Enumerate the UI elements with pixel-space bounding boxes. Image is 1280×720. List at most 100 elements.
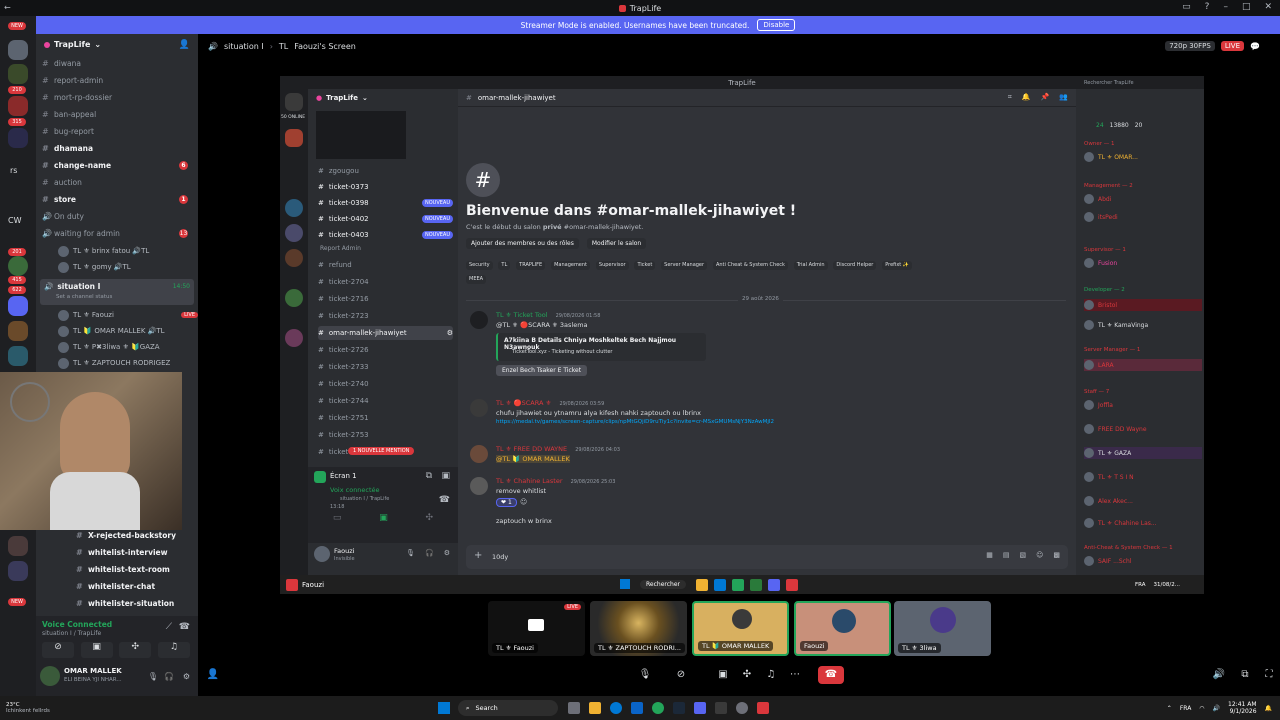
edit-channel-button[interactable]: Modifier le salon <box>586 238 647 249</box>
avatar[interactable] <box>40 666 60 686</box>
inner-channel-item[interactable]: # ticket-2733 <box>318 360 453 374</box>
inner-channel-item[interactable]: # ticket-2753 <box>318 428 453 442</box>
message-composer[interactable]: + 10dy ▦ ▤ ▧ ☺ ▩ <box>466 545 1068 569</box>
plus-icon[interactable]: + <box>474 550 482 561</box>
channel-item[interactable]: # mort-rp-dossier <box>42 90 192 105</box>
mail-icon[interactable] <box>630 702 643 714</box>
taskbar-search[interactable]: ⌕ Search <box>457 700 558 716</box>
more-icon[interactable]: ⋯ <box>786 666 804 684</box>
mic-icon[interactable]: 🎙 <box>148 672 158 681</box>
avatar[interactable] <box>470 445 488 463</box>
member-item[interactable]: itsPedi <box>1084 211 1202 223</box>
edge-icon[interactable] <box>714 578 726 591</box>
clock[interactable]: 12:41 AM 9/1/2026 <box>1228 701 1256 715</box>
inner-channel-item[interactable]: # ticket-2704 <box>318 275 453 289</box>
app-icon[interactable] <box>756 702 769 714</box>
search-input[interactable]: Rechercher TrapLife <box>1080 78 1198 88</box>
voice-sub[interactable]: situation I / TrapLife <box>340 496 389 502</box>
role-tag[interactable]: Ticket <box>634 261 656 270</box>
channel-item[interactable]: # diwana <box>42 56 192 71</box>
activity-icon[interactable]: ✣ <box>119 642 152 658</box>
excel-icon[interactable] <box>750 578 762 591</box>
server-icon[interactable] <box>8 536 28 556</box>
role-tag[interactable]: Prefixt ✨ <box>882 261 913 270</box>
role-tag[interactable]: Discord Helper <box>833 261 877 270</box>
voice-user[interactable]: TL ⚜ brinx fatou 🔊TL <box>58 244 198 258</box>
participant-tile[interactable]: TL ⚜ ZAPTOUCH RODRI... <box>590 601 687 656</box>
inner-channel-item[interactable]: # refund <box>318 258 453 272</box>
inbox-icon[interactable]: ▭ <box>1182 2 1191 12</box>
add-reaction-icon[interactable]: ☺ <box>520 498 527 506</box>
inner-channel-item[interactable]: # ticket-2723 <box>318 309 453 323</box>
chrome-icon[interactable] <box>732 578 744 591</box>
server-icon[interactable] <box>8 346 28 366</box>
server-icon[interactable] <box>8 561 28 581</box>
voice-user[interactable]: TL ⚜ P✖3liwa ⚜ 🔰GAZA <box>58 340 198 354</box>
channel-item[interactable]: # whitelister-situation <box>76 596 196 611</box>
avatar[interactable] <box>470 399 488 417</box>
minimize-button[interactable]: – <box>1223 2 1228 12</box>
avatar[interactable] <box>470 477 488 495</box>
chrome-icon[interactable] <box>651 702 664 714</box>
inner-taskbar-app[interactable]: Faouzi <box>286 578 324 591</box>
avatar[interactable] <box>470 311 488 329</box>
screen-share-icon[interactable]: ▣ <box>714 666 732 684</box>
channel-item[interactable]: # whitelist-text-room <box>76 562 196 577</box>
server-icon[interactable] <box>8 321 28 341</box>
members-icon[interactable]: 👥 <box>1059 93 1068 102</box>
voice-user[interactable]: TL ⚜ Faouzi LIVE <box>58 308 198 322</box>
channel-item[interactable]: # X-rejected-backstory <box>76 528 196 543</box>
composer-input[interactable]: 10dy <box>492 553 508 561</box>
member-item[interactable]: TL ⚜ KamaVinga <box>1084 319 1202 331</box>
message-link[interactable]: https://medal.tv/games/screen-capture/cl… <box>496 419 774 425</box>
disconnect-icon[interactable]: ☎ <box>439 495 450 505</box>
server-icon[interactable] <box>8 40 28 60</box>
voice-connected-sub[interactable]: situation I / TrapLife <box>42 630 101 637</box>
headset-icon[interactable]: 🎧 <box>425 549 434 557</box>
emoji-icon[interactable]: ☺ <box>1036 551 1043 559</box>
server-icon[interactable] <box>285 224 303 242</box>
channel-item[interactable]: # whitelist-interview <box>76 545 196 560</box>
stop-stream-icon[interactable]: ▣ <box>441 471 450 481</box>
member-item[interactable]: LARA <box>1084 359 1202 371</box>
app-icon[interactable] <box>735 702 748 714</box>
stream-channel[interactable]: situation I <box>224 42 264 51</box>
server-icon[interactable] <box>8 256 28 276</box>
role-tag[interactable]: Supervisor <box>595 261 629 270</box>
edge-icon[interactable] <box>609 702 622 714</box>
pin-icon[interactable]: 📌 <box>1041 93 1050 102</box>
rail-letter[interactable]: rs <box>10 166 17 175</box>
windows-start-icon[interactable] <box>620 578 632 591</box>
settings-gear-icon[interactable]: ⚙ <box>447 329 453 337</box>
server-icon[interactable] <box>285 199 303 217</box>
role-tag[interactable]: Security <box>466 261 493 270</box>
role-tag[interactable]: Server Manager <box>661 261 708 270</box>
reaction[interactable]: ❤ 1 <box>496 498 517 507</box>
screen-share-icon[interactable]: ▣ <box>80 642 113 658</box>
popout-icon[interactable]: ⧉ <box>426 471 432 481</box>
wifi-icon[interactable]: ◠ <box>1199 705 1204 712</box>
headset-icon[interactable]: 🎧 <box>164 672 174 681</box>
rail-letter[interactable]: CW <box>8 216 22 225</box>
volume-icon[interactable]: 🔊 <box>1210 666 1228 684</box>
add-friend-icon[interactable]: 👤 <box>179 40 190 50</box>
apps-icon[interactable]: ▩ <box>1053 551 1060 559</box>
participant-tile[interactable]: TL 🔰 OMAR MALLEK <box>692 601 789 656</box>
discord-icon[interactable] <box>768 578 780 591</box>
activity-icon[interactable]: ✣ <box>426 513 434 525</box>
inner-channel-item[interactable]: # ticket-2726 <box>318 343 453 357</box>
role-tag[interactable]: TRAPLIFE <box>516 261 546 270</box>
camera-off-icon[interactable]: ⊘ <box>672 666 690 684</box>
bell-icon[interactable]: 🔔 <box>1022 93 1031 102</box>
voice-channel-active[interactable]: 🔊 situation I 14:50 Set a channel status <box>40 279 194 305</box>
server-icon[interactable] <box>8 96 28 116</box>
obs-icon[interactable] <box>714 702 727 714</box>
signal-icon[interactable]: ⟋ <box>166 622 172 632</box>
popout-icon[interactable]: ⧉ <box>1236 666 1254 684</box>
soundboard-icon[interactable]: ♫ <box>157 642 190 658</box>
channel-item[interactable]: # store 1 <box>42 192 192 207</box>
inner-channel-item[interactable]: # ticket-0402 NOUVEAU <box>318 212 453 226</box>
category-report-admin[interactable]: Report Admin <box>320 245 361 252</box>
volume-icon[interactable]: 🔊 <box>1213 705 1220 712</box>
avatar[interactable] <box>314 546 330 562</box>
